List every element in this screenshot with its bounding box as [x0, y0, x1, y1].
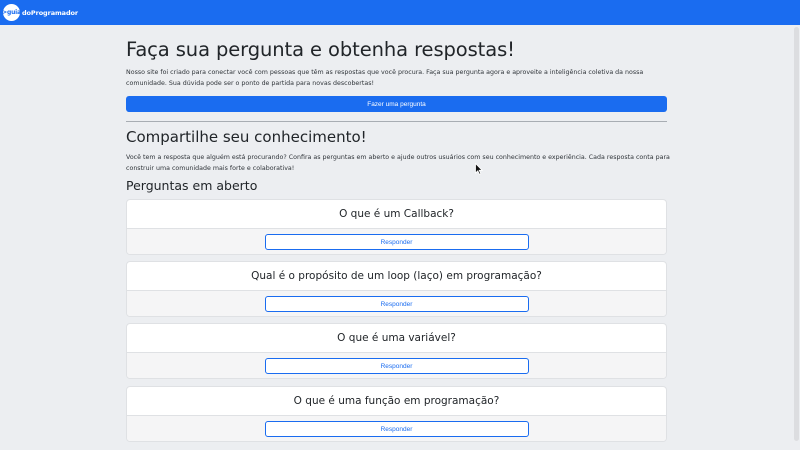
open-questions-title: Perguntas em aberto: [126, 178, 258, 193]
answer-button[interactable]: Responder: [264, 234, 529, 250]
mouse-pointer-icon: [475, 163, 483, 175]
question-text: Qual é o propósito de um loop (laço) em …: [251, 270, 542, 282]
answer-button[interactable]: Responder: [264, 421, 529, 437]
section-divider: [126, 121, 667, 122]
question-card-footer: Responder: [127, 228, 666, 254]
question-text: O que é um Callback?: [339, 208, 454, 220]
question-card-footer: Responder: [127, 415, 666, 441]
question-card: O que é uma função em programação? Respo…: [126, 386, 667, 442]
share-knowledge-description: Você tem a resposta que alguém está proc…: [126, 154, 670, 172]
share-knowledge-title: Compartilhe seu conhecimento!: [126, 128, 367, 146]
ask-question-button[interactable]: Fazer uma pergunta: [126, 96, 667, 112]
answer-button[interactable]: Responder: [264, 358, 529, 374]
logo-text: doProgramador: [22, 8, 78, 17]
logo-icon: >guia: [2, 4, 21, 21]
navbar: >guia doProgramador: [0, 0, 800, 25]
answer-button[interactable]: Responder: [264, 296, 529, 312]
question-card-footer: Responder: [127, 352, 666, 378]
page-title: Faça sua pergunta e obtenha respostas!: [126, 38, 515, 61]
question-card: O que é uma variável? Responder: [126, 323, 667, 379]
question-card: Qual é o propósito de um loop (laço) em …: [126, 261, 667, 317]
scrollbar-thumb[interactable]: [794, 27, 799, 441]
question-card-footer: Responder: [127, 290, 666, 316]
question-text: O que é uma variável?: [337, 332, 456, 344]
question-card: O que é um Callback? Responder: [126, 199, 667, 255]
hero-description: Nosso site foi criado para conectar você…: [126, 69, 644, 87]
site-logo[interactable]: >guia doProgramador: [2, 4, 78, 21]
question-text: O que é uma função em programação?: [293, 395, 500, 407]
